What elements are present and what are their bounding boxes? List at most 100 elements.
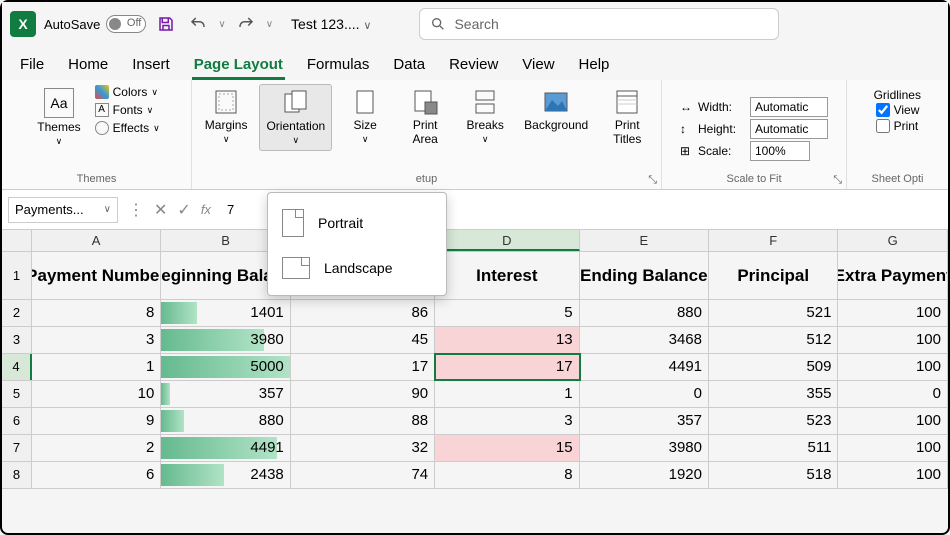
search-input[interactable]: Search: [419, 8, 779, 40]
cell[interactable]: 0: [580, 381, 709, 407]
row-header-2[interactable]: 2: [2, 300, 32, 326]
tab-insert[interactable]: Insert: [130, 52, 172, 80]
header-cell[interactable]: Interest: [435, 252, 579, 300]
tab-help[interactable]: Help: [577, 52, 612, 80]
col-header-f[interactable]: F: [709, 230, 838, 251]
enter-icon[interactable]: ✓: [177, 200, 190, 220]
col-header-d[interactable]: D: [435, 230, 579, 251]
fonts-button[interactable]: AFonts ∨: [93, 102, 162, 118]
cell[interactable]: 1920: [580, 462, 709, 488]
cell[interactable]: 100: [838, 435, 948, 461]
header-cell[interactable]: Payment Number: [32, 252, 161, 300]
cell[interactable]: 17: [291, 354, 435, 380]
tab-formulas[interactable]: Formulas: [305, 52, 372, 80]
cell[interactable]: 4491: [580, 354, 709, 380]
orientation-landscape-item[interactable]: Landscape: [268, 247, 446, 289]
breaks-button[interactable]: Breaks∨: [458, 84, 512, 149]
background-button[interactable]: Background: [518, 84, 594, 136]
row-header-1[interactable]: 1: [2, 252, 32, 299]
cell[interactable]: 15: [435, 435, 579, 461]
cell[interactable]: 74: [291, 462, 435, 488]
name-box[interactable]: Payments...∨: [8, 197, 118, 223]
row-header-6[interactable]: 6: [2, 408, 32, 434]
row-header-8[interactable]: 8: [2, 462, 32, 488]
cell[interactable]: 9: [32, 408, 161, 434]
cell[interactable]: 0: [838, 381, 948, 407]
undo-icon[interactable]: [186, 12, 210, 36]
cell[interactable]: 1: [32, 354, 161, 380]
header-cell[interactable]: Ending Balance: [580, 252, 709, 300]
cell[interactable]: 880: [161, 408, 290, 434]
cell[interactable]: 6: [32, 462, 161, 488]
row-header-7[interactable]: 7: [2, 435, 32, 461]
effects-button[interactable]: Effects ∨: [93, 120, 162, 136]
cell[interactable]: 511: [709, 435, 838, 461]
cell[interactable]: 355: [709, 381, 838, 407]
gridlines-view-checkbox[interactable]: View: [874, 102, 922, 118]
gridlines-print-checkbox[interactable]: Print: [874, 118, 922, 134]
cell[interactable]: 5: [435, 300, 579, 326]
undo-dropdown-icon[interactable]: ∨: [218, 19, 225, 30]
chevron-down-icon[interactable]: ∨: [104, 204, 111, 215]
cancel-icon[interactable]: ✕: [154, 200, 167, 220]
tab-review[interactable]: Review: [447, 52, 500, 80]
cell[interactable]: 100: [838, 354, 948, 380]
cell[interactable]: 1401: [161, 300, 290, 326]
cell[interactable]: 3468: [580, 327, 709, 353]
header-cell[interactable]: Principal: [709, 252, 838, 300]
select-all-corner[interactable]: [2, 230, 32, 251]
cell[interactable]: 512: [709, 327, 838, 353]
tab-file[interactable]: File: [18, 52, 46, 80]
cell[interactable]: 521: [709, 300, 838, 326]
cell[interactable]: 13: [435, 327, 579, 353]
cell[interactable]: 523: [709, 408, 838, 434]
tab-page-layout[interactable]: Page Layout: [192, 52, 285, 80]
scale-launcher-icon[interactable]: ⤡: [833, 174, 842, 187]
cell[interactable]: 2438: [161, 462, 290, 488]
cell[interactable]: 1: [435, 381, 579, 407]
cell[interactable]: 8: [32, 300, 161, 326]
cell[interactable]: 3980: [580, 435, 709, 461]
autosave-toggle[interactable]: AutoSave Off: [44, 15, 146, 33]
cell[interactable]: 2: [32, 435, 161, 461]
row-header-5[interactable]: 5: [2, 381, 32, 407]
tab-view[interactable]: View: [520, 52, 556, 80]
cell[interactable]: 100: [838, 462, 948, 488]
qat-customize-icon[interactable]: ∨: [266, 19, 273, 30]
cell[interactable]: 5000: [161, 354, 290, 380]
page-setup-launcher-icon[interactable]: ⤡: [648, 174, 657, 187]
redo-icon[interactable]: [234, 12, 258, 36]
row-header-4[interactable]: 4: [2, 354, 32, 380]
orientation-portrait-item[interactable]: Portrait: [268, 199, 446, 247]
tab-home[interactable]: Home: [66, 52, 110, 80]
print-area-button[interactable]: Print Area: [398, 84, 452, 150]
cell[interactable]: 357: [161, 381, 290, 407]
height-select[interactable]: [750, 119, 828, 139]
scale-input[interactable]: [750, 141, 810, 161]
col-header-e[interactable]: E: [580, 230, 709, 251]
cell[interactable]: 357: [580, 408, 709, 434]
cell[interactable]: 8: [435, 462, 579, 488]
cell[interactable]: 3980: [161, 327, 290, 353]
cell[interactable]: 45: [291, 327, 435, 353]
cell[interactable]: 100: [838, 300, 948, 326]
orientation-button[interactable]: Orientation∨: [259, 84, 332, 151]
colors-button[interactable]: Colors ∨: [93, 84, 162, 100]
save-icon[interactable]: [154, 12, 178, 36]
cell[interactable]: 518: [709, 462, 838, 488]
cell[interactable]: 100: [838, 408, 948, 434]
width-select[interactable]: [750, 97, 828, 117]
tab-data[interactable]: Data: [391, 52, 427, 80]
row-header-3[interactable]: 3: [2, 327, 32, 353]
print-titles-button[interactable]: Print Titles: [600, 84, 654, 150]
cell[interactable]: 17: [435, 354, 579, 380]
header-cell[interactable]: Extra Payment: [838, 252, 948, 300]
cell[interactable]: 88: [291, 408, 435, 434]
cell[interactable]: 32: [291, 435, 435, 461]
margins-button[interactable]: Margins∨: [199, 84, 254, 149]
cell[interactable]: 880: [580, 300, 709, 326]
fx-icon[interactable]: fx: [201, 202, 211, 217]
size-button[interactable]: Size∨: [338, 84, 392, 149]
filename[interactable]: Test 123.... ∨: [291, 16, 371, 32]
cell[interactable]: 4491: [161, 435, 290, 461]
